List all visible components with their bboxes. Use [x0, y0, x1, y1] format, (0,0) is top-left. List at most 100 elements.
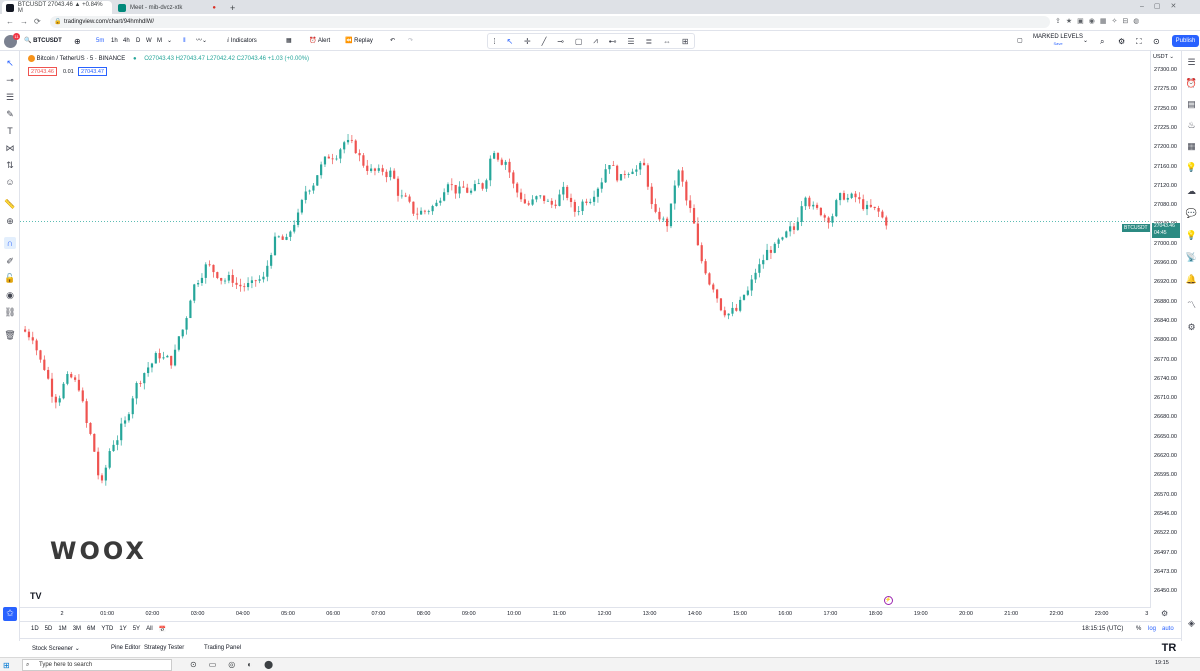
magnet-icon[interactable]: ∩ [4, 237, 16, 249]
windows-start-icon[interactable]: ⊞ [3, 661, 10, 670]
ruler-icon[interactable]: 📏 [4, 198, 16, 210]
parallel-channel-icon[interactable]: ≣ [645, 37, 652, 46]
buy-price-box[interactable]: 27043.47 [78, 67, 107, 76]
taskbar-clock[interactable]: 19:15 [1155, 660, 1169, 666]
lock-icon[interactable]: 🔓 [4, 272, 16, 284]
window-controls[interactable]: –▢✕ [1140, 2, 1186, 10]
interval-4h[interactable]: 4h [123, 36, 130, 47]
url-field[interactable]: 🔒 tradingview.com/chart/94hmhdlW/ [50, 16, 1050, 28]
undo-icon[interactable]: ↶ [390, 36, 395, 47]
range-6m[interactable]: 6M [87, 626, 95, 633]
cursor-icon[interactable]: ↖ [507, 37, 514, 46]
symbol-search[interactable]: 🔍 BTCUSDT [24, 36, 62, 47]
emoji-icon[interactable]: ☺ [4, 176, 16, 188]
chevron-down-icon[interactable]: ⌄ [1083, 36, 1088, 47]
tab-strategy-tester[interactable]: Strategy Tester [144, 645, 184, 651]
pattern-icon[interactable]: ⋈ [4, 142, 16, 154]
ideas-icon[interactable]: 💡 [1185, 161, 1198, 174]
stay-drawing-icon[interactable]: ✐ [4, 255, 16, 267]
chart-pane[interactable]: Bitcoin / TetherUS · 5 · BINANCE ● O2704… [20, 51, 1150, 608]
range-1d[interactable]: 1D [31, 626, 39, 633]
cursor-icon[interactable]: ↖ [4, 57, 16, 69]
browser-tab-tradingview[interactable]: BTCUSDT 27043.46 ▲ +0.84% M [2, 1, 112, 14]
log-toggle[interactable]: log [1148, 626, 1156, 632]
interval-d[interactable]: D [136, 36, 140, 47]
eye-icon[interactable]: ◉ [4, 289, 16, 301]
indicators-button[interactable]: ⅈ Indicators [227, 36, 257, 47]
interval-w[interactable]: W [146, 36, 152, 47]
event-marker-icon[interactable]: ⚡ [884, 596, 893, 605]
fib-icon[interactable]: ☰ [627, 37, 634, 46]
marked-levels[interactable]: MARKED LEVELS Save [1033, 33, 1083, 46]
pine-scripts-icon[interactable]: ⚙ [1185, 321, 1198, 334]
candles-style-icon[interactable]: ⫴ [183, 36, 186, 47]
projection-icon[interactable]: ⇅ [4, 159, 16, 171]
text-icon[interactable]: T [4, 125, 16, 137]
price-axis[interactable]: USDT ⌄ 27300.00 27275.00 27250.00 27225.00 2… [1150, 51, 1181, 608]
crosshair-icon[interactable]: ✛ [524, 37, 531, 46]
range-1m[interactable]: 1M [58, 626, 66, 633]
line-style-icon[interactable]: 〰⌄ [196, 36, 207, 47]
publish-button[interactable]: Publish [1172, 35, 1199, 47]
broadcast-icon[interactable]: 📡 [1185, 251, 1198, 264]
range-5y[interactable]: 5Y [133, 626, 140, 633]
taskbar-search-input[interactable]: ⌕ Type here to search [22, 659, 172, 671]
trend-icon[interactable]: 〽 [1185, 299, 1198, 312]
fib-icon[interactable]: ☰ [4, 91, 16, 103]
path-icon[interactable]: ⩘ [593, 36, 598, 46]
range-all[interactable]: All [146, 626, 153, 633]
grid-icon[interactable]: ⊞ [682, 37, 689, 46]
link-icon[interactable]: ⛓ [4, 306, 16, 318]
streams-icon[interactable]: ☁ [1185, 185, 1198, 198]
candlestick-chart[interactable] [20, 51, 1150, 608]
range-1y[interactable]: 1Y [119, 626, 126, 633]
data-window-icon[interactable]: ▤ [1185, 98, 1198, 111]
trend-line-icon[interactable]: ╱ [542, 37, 547, 46]
tab-trading-panel[interactable]: Trading Panel [204, 645, 241, 651]
extension-icons[interactable]: ⇪★▣◉▦✧⊟◍ [1055, 17, 1144, 25]
gear-icon[interactable]: ⚙ [1118, 36, 1125, 47]
legend-title[interactable]: Bitcoin / TetherUS · 5 · BINANCE [37, 56, 126, 62]
interval-5m[interactable]: 5m [96, 36, 104, 47]
taskbar-pinned-apps[interactable]: ⊙▭◎◐⬤ [190, 660, 285, 669]
range-5d[interactable]: 5D [45, 626, 53, 633]
layers-icon[interactable]: ◈ [1185, 617, 1198, 630]
horizontal-line-icon[interactable]: ⊸ [4, 74, 16, 86]
tab-stock-screener[interactable]: Stock Screener ⌄ [32, 645, 80, 652]
time-axis[interactable]: 2 01:00 02:00 03:00 04:00 05:00 06:00 07:00 08:0… [20, 607, 1150, 621]
utc-clock[interactable]: 18:15:15 (UTC) [1082, 626, 1123, 632]
marked-levels-toggle[interactable]: ▢ [1017, 36, 1023, 47]
calendar-icon[interactable]: ▦ [1185, 140, 1198, 153]
fullscreen-icon[interactable]: ⛶ [1136, 36, 1142, 47]
nav-arrows-icon[interactable]: ←→⟳ [6, 17, 47, 26]
horizontal-line-icon[interactable]: ⊸ [557, 37, 564, 46]
interval-m[interactable]: M [157, 36, 162, 47]
hotlist-icon[interactable]: ♨ [1185, 119, 1198, 132]
new-tab-button[interactable]: + [226, 1, 240, 14]
watchlist-icon[interactable]: ☰ [1185, 56, 1198, 69]
measure-icon[interactable]: ⇔ [663, 37, 671, 46]
range-ytd[interactable]: YTD [101, 626, 113, 633]
sell-price-box[interactable]: 27043.46 [28, 67, 57, 76]
pen-icon[interactable]: ✎ [4, 108, 16, 120]
alarm-clock-icon[interactable]: ⏰ [1185, 77, 1198, 90]
redo-icon[interactable]: ↷ [408, 36, 413, 47]
chevron-down-icon[interactable]: ⌄ [167, 36, 172, 47]
chat-icon[interactable]: 💬 [1185, 207, 1198, 220]
interval-1h[interactable]: 1h [111, 36, 118, 47]
percent-toggle[interactable]: % [1136, 626, 1141, 632]
compare-icon[interactable]: ⊕ [74, 36, 81, 47]
trash-icon[interactable]: 🗑 [4, 329, 16, 341]
idea-bulb-icon[interactable]: 💡 [1185, 229, 1198, 242]
range-3m[interactable]: 3M [73, 626, 81, 633]
search-icon[interactable]: ⌕ [1100, 36, 1104, 47]
ray-icon[interactable]: ⊷ [609, 37, 617, 46]
rectangle-icon[interactable]: ▢ [575, 37, 583, 46]
templates-icon[interactable]: ▦ [286, 36, 292, 47]
star-icon[interactable]: ✩ [3, 607, 17, 621]
currency-selector[interactable]: USDT ⌄ [1153, 54, 1174, 60]
zoom-in-icon[interactable]: ⊕ [4, 215, 16, 227]
replay-button[interactable]: ⏪ Replay [345, 36, 373, 47]
tab-pine-editor[interactable]: Pine Editor [111, 645, 140, 651]
notifications-icon[interactable]: 🔔 [1185, 273, 1198, 286]
